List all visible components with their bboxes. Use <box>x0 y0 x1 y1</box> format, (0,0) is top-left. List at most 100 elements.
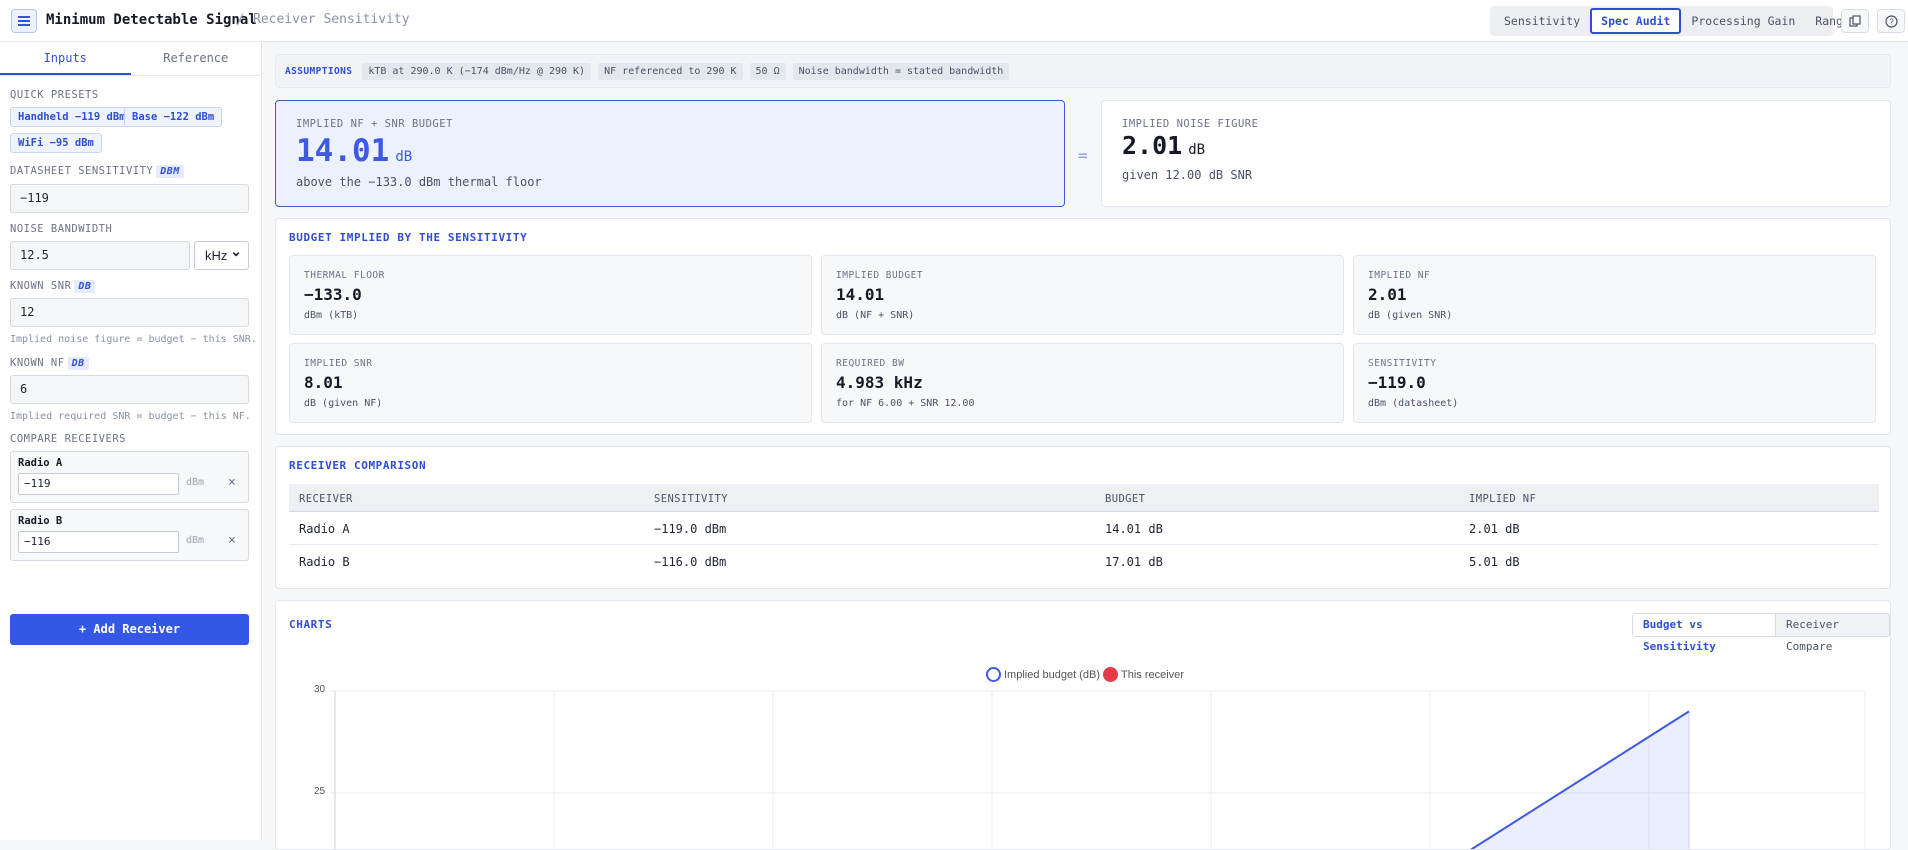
top-bar: Minimum Detectable Signal / Receiver Sen… <box>0 0 1908 42</box>
unit-badge-db: DB <box>74 280 96 293</box>
preset-base[interactable]: Base −122 dBm <box>124 107 223 127</box>
noise-bandwidth-input[interactable]: 12.5 <box>10 241 190 270</box>
tab-reference[interactable]: Reference <box>131 42 262 75</box>
charts-section: CHARTS Budget vs Sensitivity Receiver Co… <box>275 600 1891 850</box>
add-receiver-button[interactable]: + Add Receiver <box>10 614 249 645</box>
nf-hero-label: IMPLIED NOISE FIGURE <box>1122 118 1259 130</box>
budget-hero-label: IMPLIED NF + SNR BUDGET <box>296 118 453 130</box>
tab-sensitivity[interactable]: Sensitivity <box>1494 9 1590 33</box>
menu-icon[interactable] <box>11 9 37 33</box>
receiver-comparison-section: RECEIVER COMPARISON RECEIVER SENSITIVITY… <box>275 446 1891 589</box>
sidebar-tabs: Inputs Reference <box>0 42 261 76</box>
assumptions-bar: ASSUMPTIONS kTB at 290.0 K (−174 dBm/Hz … <box>275 54 1891 88</box>
column-header: SENSITIVITY <box>654 493 728 505</box>
budget-hero-value-row: 14.01 dB <box>296 133 412 169</box>
stat-label: REQUIRED BW <box>836 358 905 369</box>
bandwidth-unit-value: kHz <box>205 248 228 263</box>
table-row: Radio B −116.0 dBm 17.01 dB 5.01 dB <box>289 545 1879 578</box>
copy-icon[interactable] <box>1841 9 1869 33</box>
datasheet-sensitivity-input[interactable]: −119 <box>10 184 249 213</box>
assumption-chip: NF referenced to 290 K <box>598 62 743 80</box>
stat-value: 14.01 <box>836 285 885 304</box>
table-row: Radio A −119.0 dBm 14.01 dB 2.01 dB <box>289 512 1879 545</box>
stat-sensitivity: SENSITIVITY −119.0 dBm (datasheet) <box>1353 343 1876 423</box>
stat-sub: dBm (datasheet) <box>1368 398 1459 409</box>
stat-implied-snr: IMPLIED SNR 8.01 dB (given NF) <box>289 343 812 423</box>
budget-hero-value: 14.01 <box>296 133 390 169</box>
table-cell: −119.0 dBm <box>654 522 727 536</box>
unit-badge-dbm: DBM <box>156 165 184 178</box>
assumption-chip: Noise bandwidth = stated bandwidth <box>792 62 1010 80</box>
assumption-chip: kTB at 290.0 K (−174 dBm/Hz @ 290 K) <box>362 62 592 80</box>
stat-label: IMPLIED SNR <box>304 358 373 369</box>
known-nf-label-text: KNOWN NF <box>10 357 65 369</box>
stat-label: IMPLIED BUDGET <box>836 270 924 281</box>
budget-section-title: BUDGET IMPLIED BY THE SENSITIVITY <box>289 231 528 244</box>
comparison-title: RECEIVER COMPARISON <box>289 459 427 472</box>
receiver-sensitivity-input[interactable]: −116 <box>18 531 179 553</box>
stat-label: THERMAL FLOOR <box>304 270 385 281</box>
help-icon[interactable]: ? <box>1877 9 1905 33</box>
stat-label: SENSITIVITY <box>1368 358 1437 369</box>
assumptions-label: ASSUMPTIONS <box>285 65 353 77</box>
receiver-unit: dBm <box>186 477 205 488</box>
column-header: IMPLIED NF <box>1469 493 1537 505</box>
remove-receiver-icon[interactable]: × <box>228 533 236 548</box>
assumption-chip: 50 Ω <box>749 62 786 80</box>
budget-section: BUDGET IMPLIED BY THE SENSITIVITY THERMA… <box>275 218 1891 435</box>
stat-sub: dBm (kTB) <box>304 310 359 321</box>
budget-hero-sub: above the −133.0 dBm thermal floor <box>296 175 542 189</box>
receiver-card: Radio B −116 dBm × <box>10 509 249 561</box>
table-cell: 17.01 dB <box>1105 555 1163 569</box>
table-cell: Radio B <box>299 555 350 569</box>
unit-badge-db: DB <box>67 357 89 370</box>
compare-receivers-label: COMPARE RECEIVERS <box>10 433 126 445</box>
breadcrumb-separator: / <box>236 12 245 28</box>
known-nf-hint: Implied required SNR = budget − this NF. <box>10 411 251 422</box>
known-snr-label: KNOWN SNR DB <box>10 280 249 293</box>
sidebar: Inputs Reference QUICK PRESETS Handheld … <box>0 42 262 840</box>
table-cell: 2.01 dB <box>1469 522 1520 536</box>
column-header: BUDGET <box>1105 493 1146 505</box>
receiver-name[interactable]: Radio A <box>18 457 62 469</box>
receiver-unit: dBm <box>186 535 205 546</box>
budget-hero-card: IMPLIED NF + SNR BUDGET 14.01 dB above th… <box>275 100 1065 207</box>
equals-sign: = <box>1078 146 1088 165</box>
stat-implied-nf: IMPLIED NF 2.01 dB (given SNR) <box>1353 255 1876 335</box>
tab-inputs[interactable]: Inputs <box>0 42 131 75</box>
stat-sub: dB (given SNR) <box>1368 310 1453 321</box>
tab-processing-gain[interactable]: Processing Gain <box>1681 9 1805 33</box>
stat-required-bw: REQUIRED BW 4.983 kHz for NF 6.00 + SNR … <box>821 343 1344 423</box>
preset-handheld[interactable]: Handheld −119 dBm <box>10 107 134 127</box>
budget-hero-unit: dB <box>395 149 413 165</box>
receiver-name[interactable]: Radio B <box>18 515 62 527</box>
stat-implied-budget: IMPLIED BUDGET 14.01 dB (NF + SNR) <box>821 255 1344 335</box>
nf-hero-unit: dB <box>1188 142 1206 158</box>
receiver-sensitivity-input[interactable]: −119 <box>18 473 179 495</box>
preset-wifi[interactable]: WiFi −95 dBm <box>10 133 102 153</box>
known-nf-input[interactable]: 6 <box>10 375 249 404</box>
stat-value: 8.01 <box>304 373 343 392</box>
noise-bandwidth-label: NOISE BANDWIDTH <box>10 223 113 235</box>
stat-value: −119.0 <box>1368 373 1426 392</box>
noise-figure-hero-card: IMPLIED NOISE FIGURE 2.01 dB given 12.00 … <box>1101 100 1891 207</box>
table-cell: 14.01 dB <box>1105 522 1163 536</box>
stat-value: 2.01 <box>1368 285 1407 304</box>
budget-chart <box>330 690 1866 849</box>
table-cell: 5.01 dB <box>1469 555 1520 569</box>
quick-presets-label: QUICK PRESETS <box>10 89 99 101</box>
tab-spec-audit[interactable]: Spec Audit <box>1590 8 1682 34</box>
known-nf-label: KNOWN NF DB <box>10 357 249 370</box>
stat-value: 4.983 kHz <box>836 373 923 392</box>
bandwidth-unit-select[interactable]: kHz <box>194 238 249 270</box>
stat-sub: dB (given NF) <box>304 398 383 409</box>
known-snr-label-text: KNOWN SNR <box>10 280 72 292</box>
breadcrumb[interactable]: Receiver Sensitivity <box>253 12 410 27</box>
column-header: RECEIVER <box>299 493 353 505</box>
remove-receiver-icon[interactable]: × <box>228 475 236 490</box>
table-cell: −116.0 dBm <box>654 555 727 569</box>
receiver-card: Radio A −119 dBm × <box>10 451 249 503</box>
datasheet-sensitivity-label: DATASHEET SENSITIVITY DBM <box>10 165 249 178</box>
nf-hero-sub: given 12.00 dB SNR <box>1122 168 1253 182</box>
known-snr-input[interactable]: 12 <box>10 298 249 327</box>
